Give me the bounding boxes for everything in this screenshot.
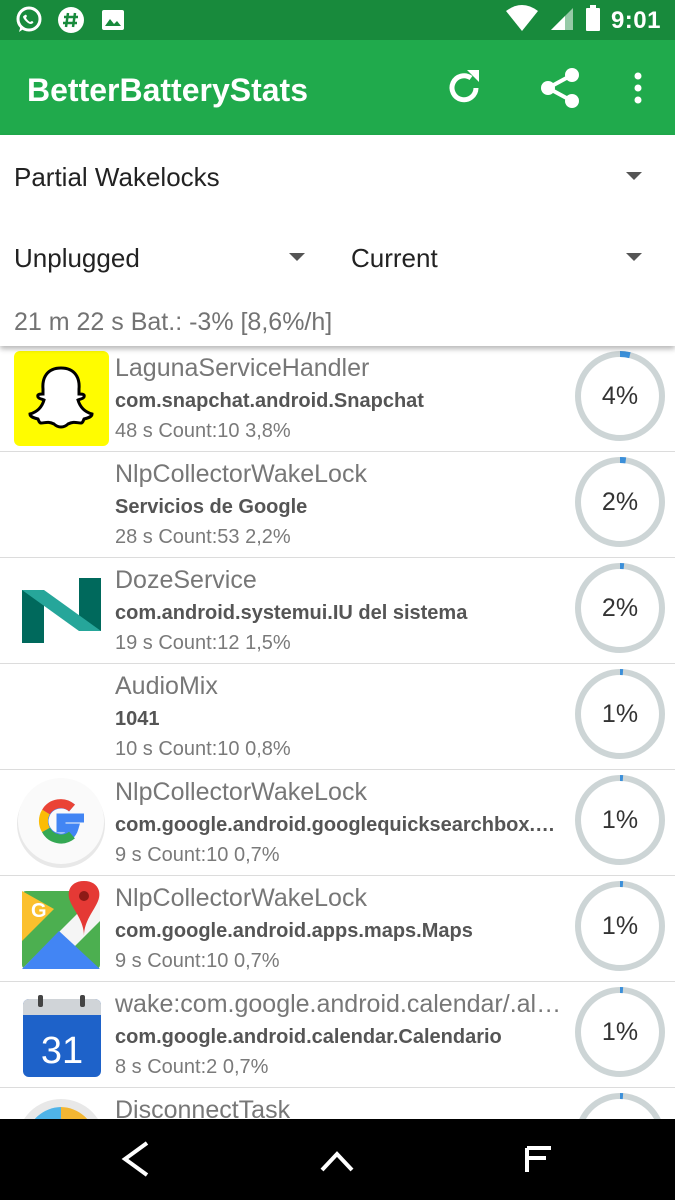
percent-gauge: 1% (574, 668, 666, 760)
clock: 9:01 (610, 6, 661, 34)
signal-icon (549, 4, 575, 37)
wakelock-stats: 9 s Count:10 0,7% (115, 844, 280, 866)
percent-gauge: 1% (574, 986, 666, 1078)
list-item[interactable]: NlpCollectorWakeLock com.google.android.… (0, 770, 675, 876)
more-vert-icon (634, 72, 642, 104)
refresh-button[interactable] (440, 64, 488, 112)
refresh-icon (449, 70, 479, 103)
wakelock-name: DisconnectTask (115, 1096, 291, 1119)
back-icon (121, 1141, 149, 1177)
wifi-icon (505, 4, 539, 37)
navigation-bar (0, 1119, 675, 1200)
wakelock-stats: 9 s Count:10 0,7% (115, 950, 280, 972)
list-item[interactable]: DozeService com.android.systemui.IU del … (0, 558, 675, 664)
google-calendar-icon: 31 (14, 987, 109, 1082)
list-item[interactable]: G NlpCollectorWakeLock com.google.androi… (0, 876, 675, 982)
wakelock-stats: 48 s Count:10 3,8% (115, 420, 291, 442)
google-maps-icon: G (14, 881, 109, 976)
wakelock-package: com.google.android.googlequicksearchbox.… (115, 814, 570, 836)
image-icon (98, 5, 128, 40)
percent-gauge (574, 1092, 666, 1119)
dropdown-arrow-icon (626, 172, 642, 180)
wakelock-stats: 10 s Count:10 0,8% (115, 738, 291, 760)
android-n-icon (14, 563, 109, 658)
wakelock-name: wake:com.google.android.calendar/.alerts (115, 990, 570, 1018)
more-options-button[interactable] (614, 64, 662, 112)
percent-gauge: 1% (574, 774, 666, 866)
percent-label: 1% (601, 912, 639, 940)
list-item[interactable]: DisconnectTask (0, 1088, 675, 1119)
wakelock-name: NlpCollectorWakeLock (115, 778, 367, 806)
wakelock-name: LagunaServiceHandler (115, 354, 370, 382)
hashtag-icon (56, 5, 86, 40)
share-icon (541, 68, 579, 108)
reference-to-value: Current (351, 243, 438, 273)
status-bar: 9:01 (0, 0, 675, 40)
battery-icon (585, 4, 601, 37)
percent-label: 2% (601, 488, 639, 516)
wakelock-package: 1041 (115, 708, 160, 730)
gauge-ring (575, 1093, 665, 1119)
wakelock-stats: 8 s Count:2 0,7% (115, 1056, 269, 1078)
percent-label: 2% (601, 594, 639, 622)
home-button[interactable] (313, 1137, 361, 1181)
percent-label: 1% (601, 700, 639, 728)
home-icon (320, 1151, 354, 1172)
percent-label: 1% (601, 806, 639, 834)
app-bar: BetterBatteryStats (0, 40, 675, 135)
wakelock-package: com.android.systemui.IU del sistema (115, 602, 468, 624)
dropdown-arrow-icon (289, 253, 305, 261)
svg-text:G: G (31, 900, 47, 922)
reference-to-spinner[interactable]: Current (338, 220, 675, 295)
recents-button[interactable] (515, 1137, 563, 1181)
list-item[interactable]: 31 wake:com.google.android.calendar/.ale… (0, 982, 675, 1088)
list-item[interactable]: NlpCollectorWakeLock Servicios de Google… (0, 452, 675, 558)
back-button[interactable] (112, 1137, 160, 1181)
dropdown-arrow-icon (626, 253, 642, 261)
wakelock-stats: 19 s Count:12 1,5% (115, 632, 291, 654)
percent-label: 1% (601, 1018, 639, 1046)
percent-gauge: 2% (574, 562, 666, 654)
wakelock-list[interactable]: LagunaServiceHandler com.snapchat.androi… (0, 346, 675, 1119)
wakelock-name: DozeService (115, 566, 257, 594)
summary-text: 21 m 22 s Bat.: -3% [8,6%/h] (14, 308, 333, 336)
wakelock-name: NlpCollectorWakeLock (115, 884, 367, 912)
percent-gauge: 2% (574, 456, 666, 548)
stat-type-value: Partial Wakelocks (14, 162, 220, 192)
stat-type-spinner[interactable]: Partial Wakelocks (0, 135, 675, 215)
recents-icon (525, 1146, 551, 1172)
wakelock-package: com.snapchat.android.Snapchat (115, 390, 424, 412)
whatsapp-icon (14, 5, 44, 40)
wakelock-name: NlpCollectorWakeLock (115, 460, 367, 488)
percent-gauge: 1% (574, 880, 666, 972)
wakelock-package: Servicios de Google (115, 496, 308, 518)
percent-gauge: 4% (574, 350, 666, 442)
reference-from-value: Unplugged (14, 243, 140, 273)
google-icon (14, 775, 109, 870)
filter-panel: Partial Wakelocks Unplugged Current 21 m… (0, 135, 675, 346)
percent-label: 4% (601, 382, 639, 410)
reference-from-spinner[interactable]: Unplugged (0, 220, 320, 295)
share-button[interactable] (536, 64, 584, 112)
snapchat-icon (14, 351, 109, 446)
wakelock-stats: 28 s Count:53 2,2% (115, 526, 291, 548)
list-item[interactable]: LagunaServiceHandler com.snapchat.androi… (0, 346, 675, 452)
wakelock-package: com.google.android.calendar.Calendario (115, 1026, 502, 1048)
list-item[interactable]: AudioMix 1041 10 s Count:10 0,8% 1% (0, 664, 675, 770)
disconnect-app-icon (14, 1093, 109, 1119)
wakelock-package: com.google.android.apps.maps.Maps (115, 920, 473, 942)
calendar-day: 31 (41, 1030, 83, 1072)
wakelock-name: AudioMix (115, 672, 218, 700)
app-title: BetterBatteryStats (27, 72, 308, 108)
